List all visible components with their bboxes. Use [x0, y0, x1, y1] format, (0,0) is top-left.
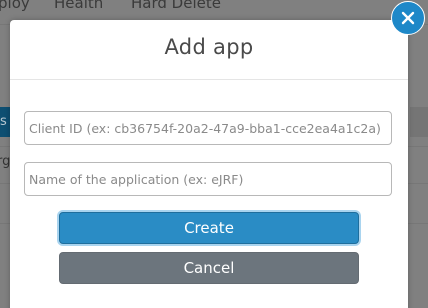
background-panel	[410, 107, 428, 137]
create-button[interactable]: Create	[59, 212, 359, 244]
tab-health: Health	[54, 0, 104, 12]
cancel-button[interactable]: Cancel	[59, 252, 359, 284]
add-app-dialog: Add app Create Cancel	[10, 20, 408, 308]
tab-deploy: ploy	[0, 0, 30, 12]
background-tabs: ploy Health Hard Delete	[0, 0, 428, 18]
close-dialog-button[interactable]	[391, 1, 425, 35]
background-row-text: rg	[0, 154, 11, 169]
tab-hard-delete: Hard Delete	[131, 0, 221, 12]
app-name-input[interactable]	[24, 162, 392, 196]
dialog-title: Add app	[164, 35, 254, 59]
client-id-input[interactable]	[24, 111, 392, 145]
background-button-label: s	[0, 114, 7, 129]
dialog-header-divider	[10, 79, 408, 80]
close-icon	[401, 11, 415, 25]
